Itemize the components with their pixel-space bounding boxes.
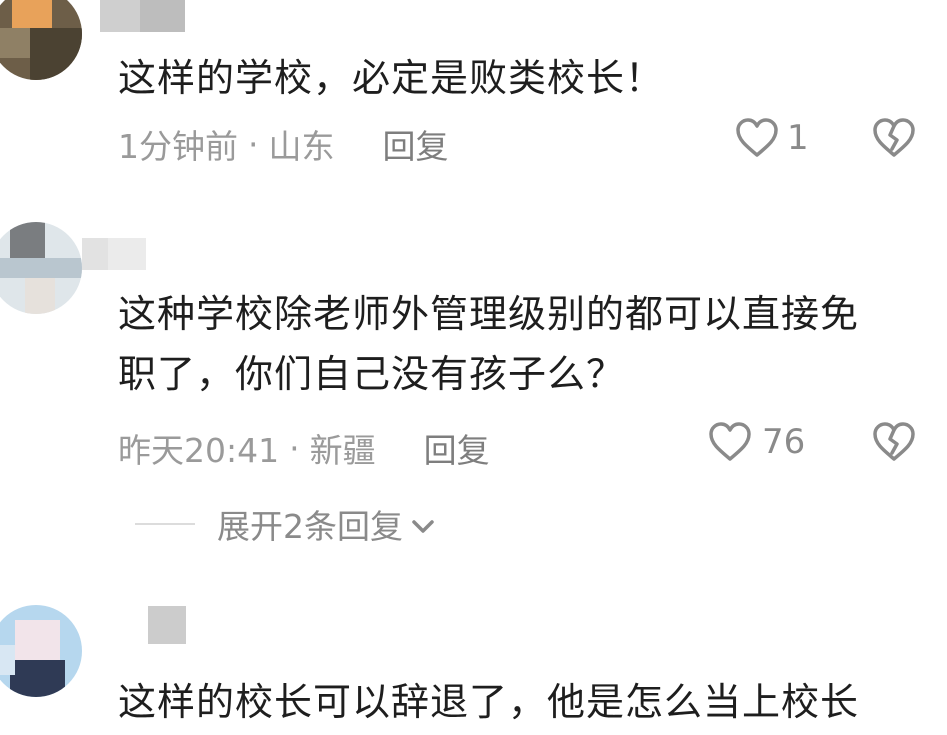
comment-meta: 昨天20:41 · 新疆 回复 [118, 424, 490, 472]
comment-text-line: 这样的校长可以辞退了，他是怎么当上校长 [118, 680, 860, 724]
dislike-button[interactable] [872, 422, 916, 466]
comment-text: 这样的学校，必定是败类校长！ [118, 48, 664, 108]
comment-text-line: 这种学校除老师外管理级别的都可以直接免 [118, 292, 860, 336]
reply-button[interactable]: 回复 [383, 120, 449, 168]
comment-meta: 1分钟前 · 山东 回复 [118, 120, 449, 168]
broken-heart-icon [872, 422, 916, 466]
username-blurred[interactable] [100, 0, 185, 32]
username-blurred[interactable] [82, 238, 146, 270]
comment-list: 这样的学校，必定是败类校长！ 1分钟前 · 山东 回复 1 这种学校除老师外管理… [0, 0, 947, 735]
expand-replies-button[interactable]: 展开2条回复 [135, 500, 437, 548]
comment-location: 新疆 [309, 431, 376, 470]
comment-text-line: 这样的学校，必定是败类校长！ [118, 56, 665, 100]
like-button[interactable]: 1 [735, 118, 809, 158]
broken-heart-icon [872, 118, 916, 162]
meta-separator: · [289, 428, 300, 468]
expand-replies-label: 展开2条回复 [217, 507, 403, 546]
like-button[interactable]: 76 [708, 422, 805, 462]
avatar[interactable] [0, 0, 82, 80]
comment-text: 这样的校长可以辞退了，他是怎么当上校长 [118, 672, 859, 732]
comment-location: 山东 [268, 127, 335, 166]
divider-line [135, 523, 195, 525]
chevron-down-icon [409, 505, 437, 544]
comment-time: 1分钟前 [118, 127, 238, 166]
like-count: 1 [787, 118, 809, 158]
avatar[interactable] [0, 222, 82, 314]
like-count: 76 [762, 422, 806, 462]
meta-separator: · [248, 124, 259, 164]
comment-time: 昨天20:41 [118, 431, 280, 470]
comment-text: 这种学校除老师外管理级别的都可以直接免 职了，你们自己没有孩子么？ [118, 284, 859, 404]
reply-button[interactable]: 回复 [424, 424, 490, 472]
dislike-button[interactable] [872, 118, 916, 162]
heart-outline-icon [735, 118, 779, 158]
avatar[interactable] [0, 605, 82, 697]
username-blurred[interactable] [148, 606, 186, 644]
heart-outline-icon [708, 422, 752, 462]
comment-text-line: 职了，你们自己没有孩子么？ [118, 352, 626, 396]
